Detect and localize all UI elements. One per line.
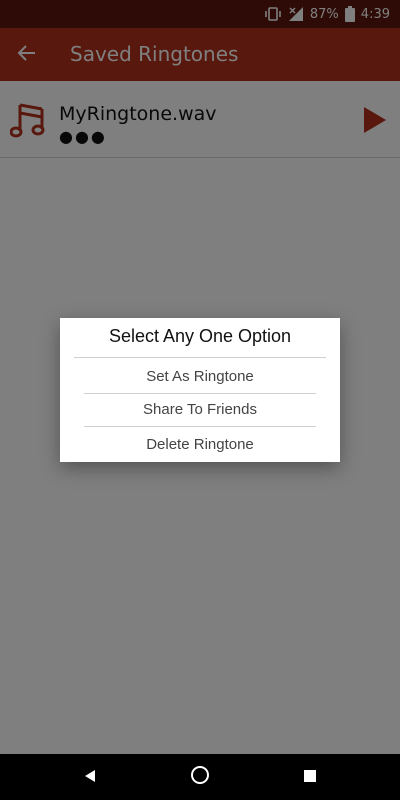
- share-to-friends-option[interactable]: Share To Friends: [60, 401, 340, 418]
- nav-home-button[interactable]: [185, 762, 215, 792]
- back-icon: [83, 768, 97, 787]
- options-dialog: Select Any One Option Set As Ringtone Sh…: [60, 318, 340, 462]
- dialog-title: Select Any One Option: [108, 326, 292, 346]
- home-icon: [190, 765, 210, 789]
- set-as-ringtone-option[interactable]: Set As Ringtone: [60, 368, 340, 385]
- delete-ringtone-option[interactable]: Delete Ringtone: [60, 436, 340, 453]
- divider: [74, 357, 326, 358]
- recents-icon: [303, 768, 317, 787]
- divider: [84, 393, 316, 394]
- nav-recents-button[interactable]: [295, 762, 325, 792]
- divider: [84, 426, 316, 427]
- navigation-bar: [0, 754, 400, 800]
- nav-back-button[interactable]: [75, 762, 105, 792]
